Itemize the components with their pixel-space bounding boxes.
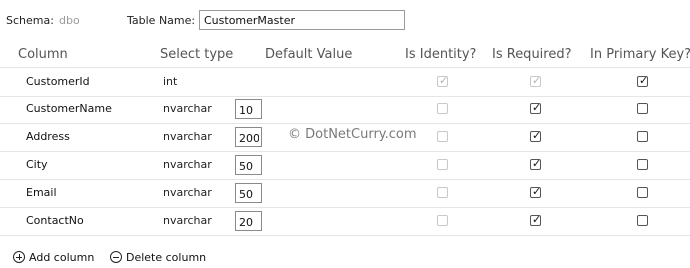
required-checkbox[interactable]: ✓ (530, 185, 542, 198)
required-checkbox[interactable]: ✓ (530, 74, 542, 87)
header-is-identity: Is Identity? (405, 47, 477, 62)
column-type: nvarchar (163, 186, 212, 199)
column-type: nvarchar (163, 130, 212, 143)
identity-checkbox[interactable]: ✓ (437, 74, 449, 87)
table-row: ContactNo nvarchar ✓ (0, 207, 690, 236)
identity-checkbox[interactable] (437, 159, 448, 170)
schema-label: Schema: (6, 14, 54, 27)
add-column-button[interactable]: Add column (13, 249, 94, 265)
check-icon: ✓ (532, 157, 542, 170)
identity-checkbox[interactable] (437, 131, 448, 142)
add-column-label: Add column (29, 250, 95, 264)
column-type: int (163, 75, 178, 88)
column-type: nvarchar (163, 158, 212, 171)
column-type: nvarchar (163, 102, 212, 115)
header-in-primary-key: In Primary Key? (590, 47, 690, 62)
header-is-required: Is Required? (492, 47, 572, 62)
primary-key-checkbox[interactable] (637, 159, 648, 170)
primary-key-checkbox[interactable] (637, 103, 648, 114)
delete-column-button[interactable]: Delete column (110, 249, 206, 265)
primary-key-checkbox[interactable] (637, 131, 648, 142)
header-default-value: Default Value (265, 47, 353, 62)
length-input[interactable] (235, 127, 262, 147)
column-name[interactable]: Address (26, 130, 70, 143)
table-row: Email nvarchar ✓ (0, 179, 690, 208)
header-column: Column (18, 47, 68, 62)
length-input[interactable] (235, 99, 262, 119)
check-icon: ✓ (439, 74, 449, 87)
header-select-type: Select type (160, 47, 234, 62)
primary-key-checkbox[interactable]: ✓ (637, 74, 649, 87)
check-icon: ✓ (532, 101, 542, 114)
table-row: CustomerId int ✓ ✓ ✓ (0, 67, 690, 97)
check-icon: ✓ (639, 74, 649, 87)
length-input[interactable] (235, 155, 262, 175)
column-name[interactable]: City (26, 158, 48, 171)
check-icon: ✓ (532, 129, 542, 142)
check-icon: ✓ (532, 185, 542, 198)
column-name[interactable]: CustomerId (26, 75, 90, 88)
column-name[interactable]: ContactNo (26, 214, 84, 227)
table-name-label: Table Name: (127, 14, 196, 27)
column-name[interactable]: Email (26, 186, 57, 199)
watermark: © DotNetCurry.com (288, 127, 417, 142)
length-input[interactable] (235, 211, 262, 231)
required-checkbox[interactable]: ✓ (530, 129, 542, 142)
check-icon: ✓ (532, 74, 542, 87)
column-name[interactable]: CustomerName (26, 102, 112, 115)
length-input[interactable] (235, 183, 262, 203)
required-checkbox[interactable]: ✓ (530, 101, 542, 114)
table-name-input[interactable] (199, 10, 405, 30)
identity-checkbox[interactable] (437, 103, 448, 114)
primary-key-checkbox[interactable] (637, 215, 648, 226)
identity-checkbox[interactable] (437, 187, 448, 198)
table-row: City nvarchar ✓ (0, 151, 690, 180)
required-checkbox[interactable]: ✓ (530, 213, 542, 226)
table-row: CustomerName nvarchar ✓ (0, 95, 690, 124)
identity-checkbox[interactable] (437, 215, 448, 226)
primary-key-checkbox[interactable] (637, 187, 648, 198)
remove-circle-icon (110, 251, 122, 263)
delete-column-label: Delete column (126, 250, 207, 264)
add-circle-icon (13, 251, 25, 263)
schema-value: dbo (59, 14, 80, 27)
required-checkbox[interactable]: ✓ (530, 157, 542, 170)
column-type: nvarchar (163, 214, 212, 227)
check-icon: ✓ (532, 213, 542, 226)
